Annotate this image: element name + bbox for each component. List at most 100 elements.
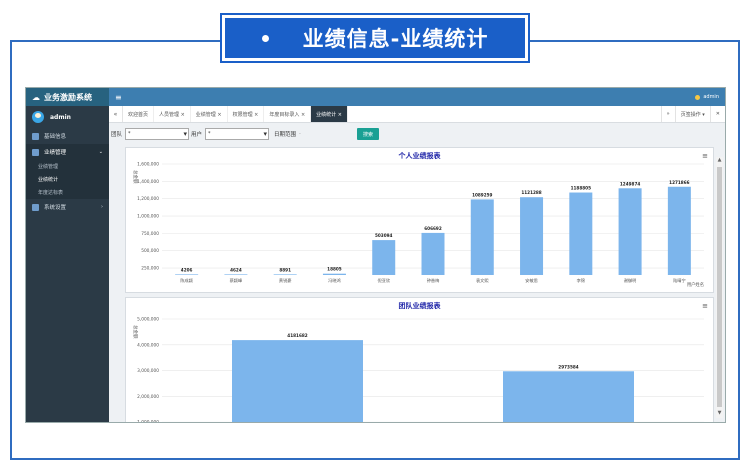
tab-scroll-left-icon[interactable]: « (109, 106, 123, 122)
bar (421, 232, 445, 275)
submenu-performance-stats[interactable]: 业绩统计 (26, 173, 109, 186)
team-select-value: * (128, 131, 131, 137)
x-axis-label: 用户姓名 (687, 281, 704, 288)
menu-toggle-icon[interactable]: ≡ (115, 93, 122, 102)
topbar-user[interactable]: admin (695, 94, 719, 100)
data-label: 4181682 (287, 333, 307, 338)
tab-label: 业绩管理 × (195, 111, 222, 118)
x-tick-label: 李锦 (577, 277, 585, 284)
sidebar: ☁ 业务激励系统 admin 基础信息 业绩管理 ⌄ 业绩管理 业绩统计 年度达… (26, 88, 109, 422)
scroll-up-icon[interactable]: ▲ (716, 157, 723, 165)
user-profile[interactable]: admin (26, 106, 109, 128)
logo-icon: ☁ (32, 92, 40, 102)
date-range-input[interactable]: - (299, 128, 349, 140)
data-label: 2973584 (558, 364, 578, 369)
page-banner: 业绩信息-业绩统计 (220, 13, 530, 63)
bar (520, 197, 544, 275)
personal-chart-panel: 个人业绩报表 ≡ 1,600,000 1,400,000 1,200,000 1,00… (125, 147, 714, 293)
team-bar-chart: 5,000,000 4,000,000 3,000,000 2,000,000 1,00… (132, 317, 704, 422)
y-axis-label: 总金额 (132, 325, 139, 339)
bar (372, 240, 396, 275)
team-chart-panel: 团队业绩报表 ≡ 5,000,000 4,000,000 3,000,000 2,00… (125, 297, 714, 422)
tab-permissions[interactable]: 权限管理 × (228, 106, 265, 122)
app-window: ☁ 业务激励系统 admin 基础信息 业绩管理 ⌄ 业绩管理 业绩统计 年度达… (25, 87, 726, 423)
chart-menu-icon[interactable]: ≡ (702, 302, 708, 310)
search-button[interactable]: 搜索 (357, 128, 380, 140)
submenu-label: 业绩统计 (38, 177, 59, 183)
sidebar-item-settings[interactable]: 系统设置 › (26, 199, 109, 215)
banner-title: 业绩信息-业绩统计 (302, 27, 489, 51)
close-icon[interactable]: ✕ (709, 106, 725, 122)
app-logo: ☁ 业务激励系统 (26, 88, 109, 106)
x-tick-label: 陆晴宁 (673, 277, 686, 284)
bullet-dot (261, 34, 269, 42)
scrollbar[interactable]: ▲ ▼ (716, 157, 723, 418)
x-tick-label: 袁文熙 (476, 277, 489, 284)
bar (618, 188, 642, 275)
data-label: 4206 (181, 267, 193, 272)
data-label: 503094 (375, 233, 393, 238)
sidebar-item-label: 基础信息 (44, 134, 67, 140)
user-label: 用户 (191, 132, 203, 138)
scroll-down-icon[interactable]: ▼ (716, 410, 723, 418)
tab-label: 业绩统计 × (316, 111, 342, 118)
x-tick-label: 冯晓鸿 (328, 277, 341, 284)
tab-annual-target[interactable]: 年度目标录入 × (264, 106, 312, 122)
y-tick-label: 250,000 (141, 266, 159, 272)
team-select[interactable]: * (125, 128, 190, 140)
chart-menu-icon[interactable]: ≡ (702, 152, 708, 160)
bar (503, 371, 634, 422)
personal-bar-chart: 1,600,000 1,400,000 1,200,000 1,000,000 750,… (132, 162, 704, 288)
data-label: 1121288 (521, 190, 541, 195)
sidebar-item-label: 系统设置 (44, 205, 67, 211)
submenu-annual-target[interactable]: 年度达标表 (26, 186, 109, 199)
x-tick-label: 安敏思 (525, 277, 538, 284)
sidebar-item-label: 业绩管理 (44, 150, 67, 156)
x-tick-label: 钟香梅 (427, 277, 440, 284)
bar (470, 199, 494, 275)
y-tick-label: 500,000 (141, 248, 159, 254)
y-tick-label: 750,000 (141, 231, 159, 237)
data-label: 4624 (230, 267, 242, 272)
user-select[interactable]: * (205, 128, 270, 140)
sidebar-item-performance[interactable]: 业绩管理 ⌄ (26, 144, 109, 160)
submenu-performance-manage[interactable]: 业绩管理 (26, 160, 109, 173)
data-label: 1271866 (669, 180, 689, 185)
y-tick-label: 4,000,000 (137, 342, 159, 348)
tab-personnel[interactable]: 人员管理 × (154, 106, 191, 122)
chevron-right-icon: › (101, 204, 103, 210)
tab-actions-menu[interactable]: 页签操作 ▾ (674, 106, 710, 122)
tab-scroll-right-icon[interactable]: » (660, 106, 675, 122)
y-tick-label: 1,000,000 (137, 214, 159, 220)
data-label: 1188805 (571, 186, 591, 191)
tab-label: 年度目标录入 × (269, 111, 306, 118)
user-select-value: * (208, 131, 211, 137)
bar (667, 186, 691, 275)
tab-performance-manage[interactable]: 业绩管理 × (191, 106, 228, 122)
tab-performance-stats[interactable]: 业绩统计 × (311, 106, 348, 122)
username: admin (50, 113, 71, 121)
tab-label: 人员管理 × (159, 111, 185, 118)
x-tick-label: 陈成颖 (180, 277, 193, 284)
chart-title: 个人业绩报表 (398, 152, 441, 160)
avatar (32, 111, 44, 123)
x-tick-label: 谢御明 (624, 277, 637, 284)
y-tick-label: 1,600,000 (137, 162, 159, 168)
bar (322, 273, 346, 275)
close-label: ✕ (715, 111, 720, 117)
tab-welcome[interactable]: 欢迎首页 (123, 106, 155, 122)
app-title: 业务激励系统 (44, 92, 92, 102)
y-axis-label: 总金额 (132, 170, 139, 184)
x-tick-label: 蔡颖峰 (230, 277, 243, 284)
gear-icon (32, 203, 39, 211)
y-tick-label: 5,000,000 (137, 317, 159, 323)
sidebar-item-basic-info[interactable]: 基础信息 (26, 128, 109, 144)
tab-actions-label: 页签操作 ▾ (680, 111, 705, 118)
data-label: 606692 (424, 226, 442, 231)
y-tick-label: 2,000,000 (137, 394, 159, 400)
bar (224, 274, 248, 275)
chart-title: 团队业绩报表 (398, 302, 441, 310)
date-range-label: 日期范围 (274, 132, 297, 138)
y-tick-label: 3,000,000 (137, 368, 159, 374)
scrollbar-thumb[interactable] (717, 167, 722, 407)
